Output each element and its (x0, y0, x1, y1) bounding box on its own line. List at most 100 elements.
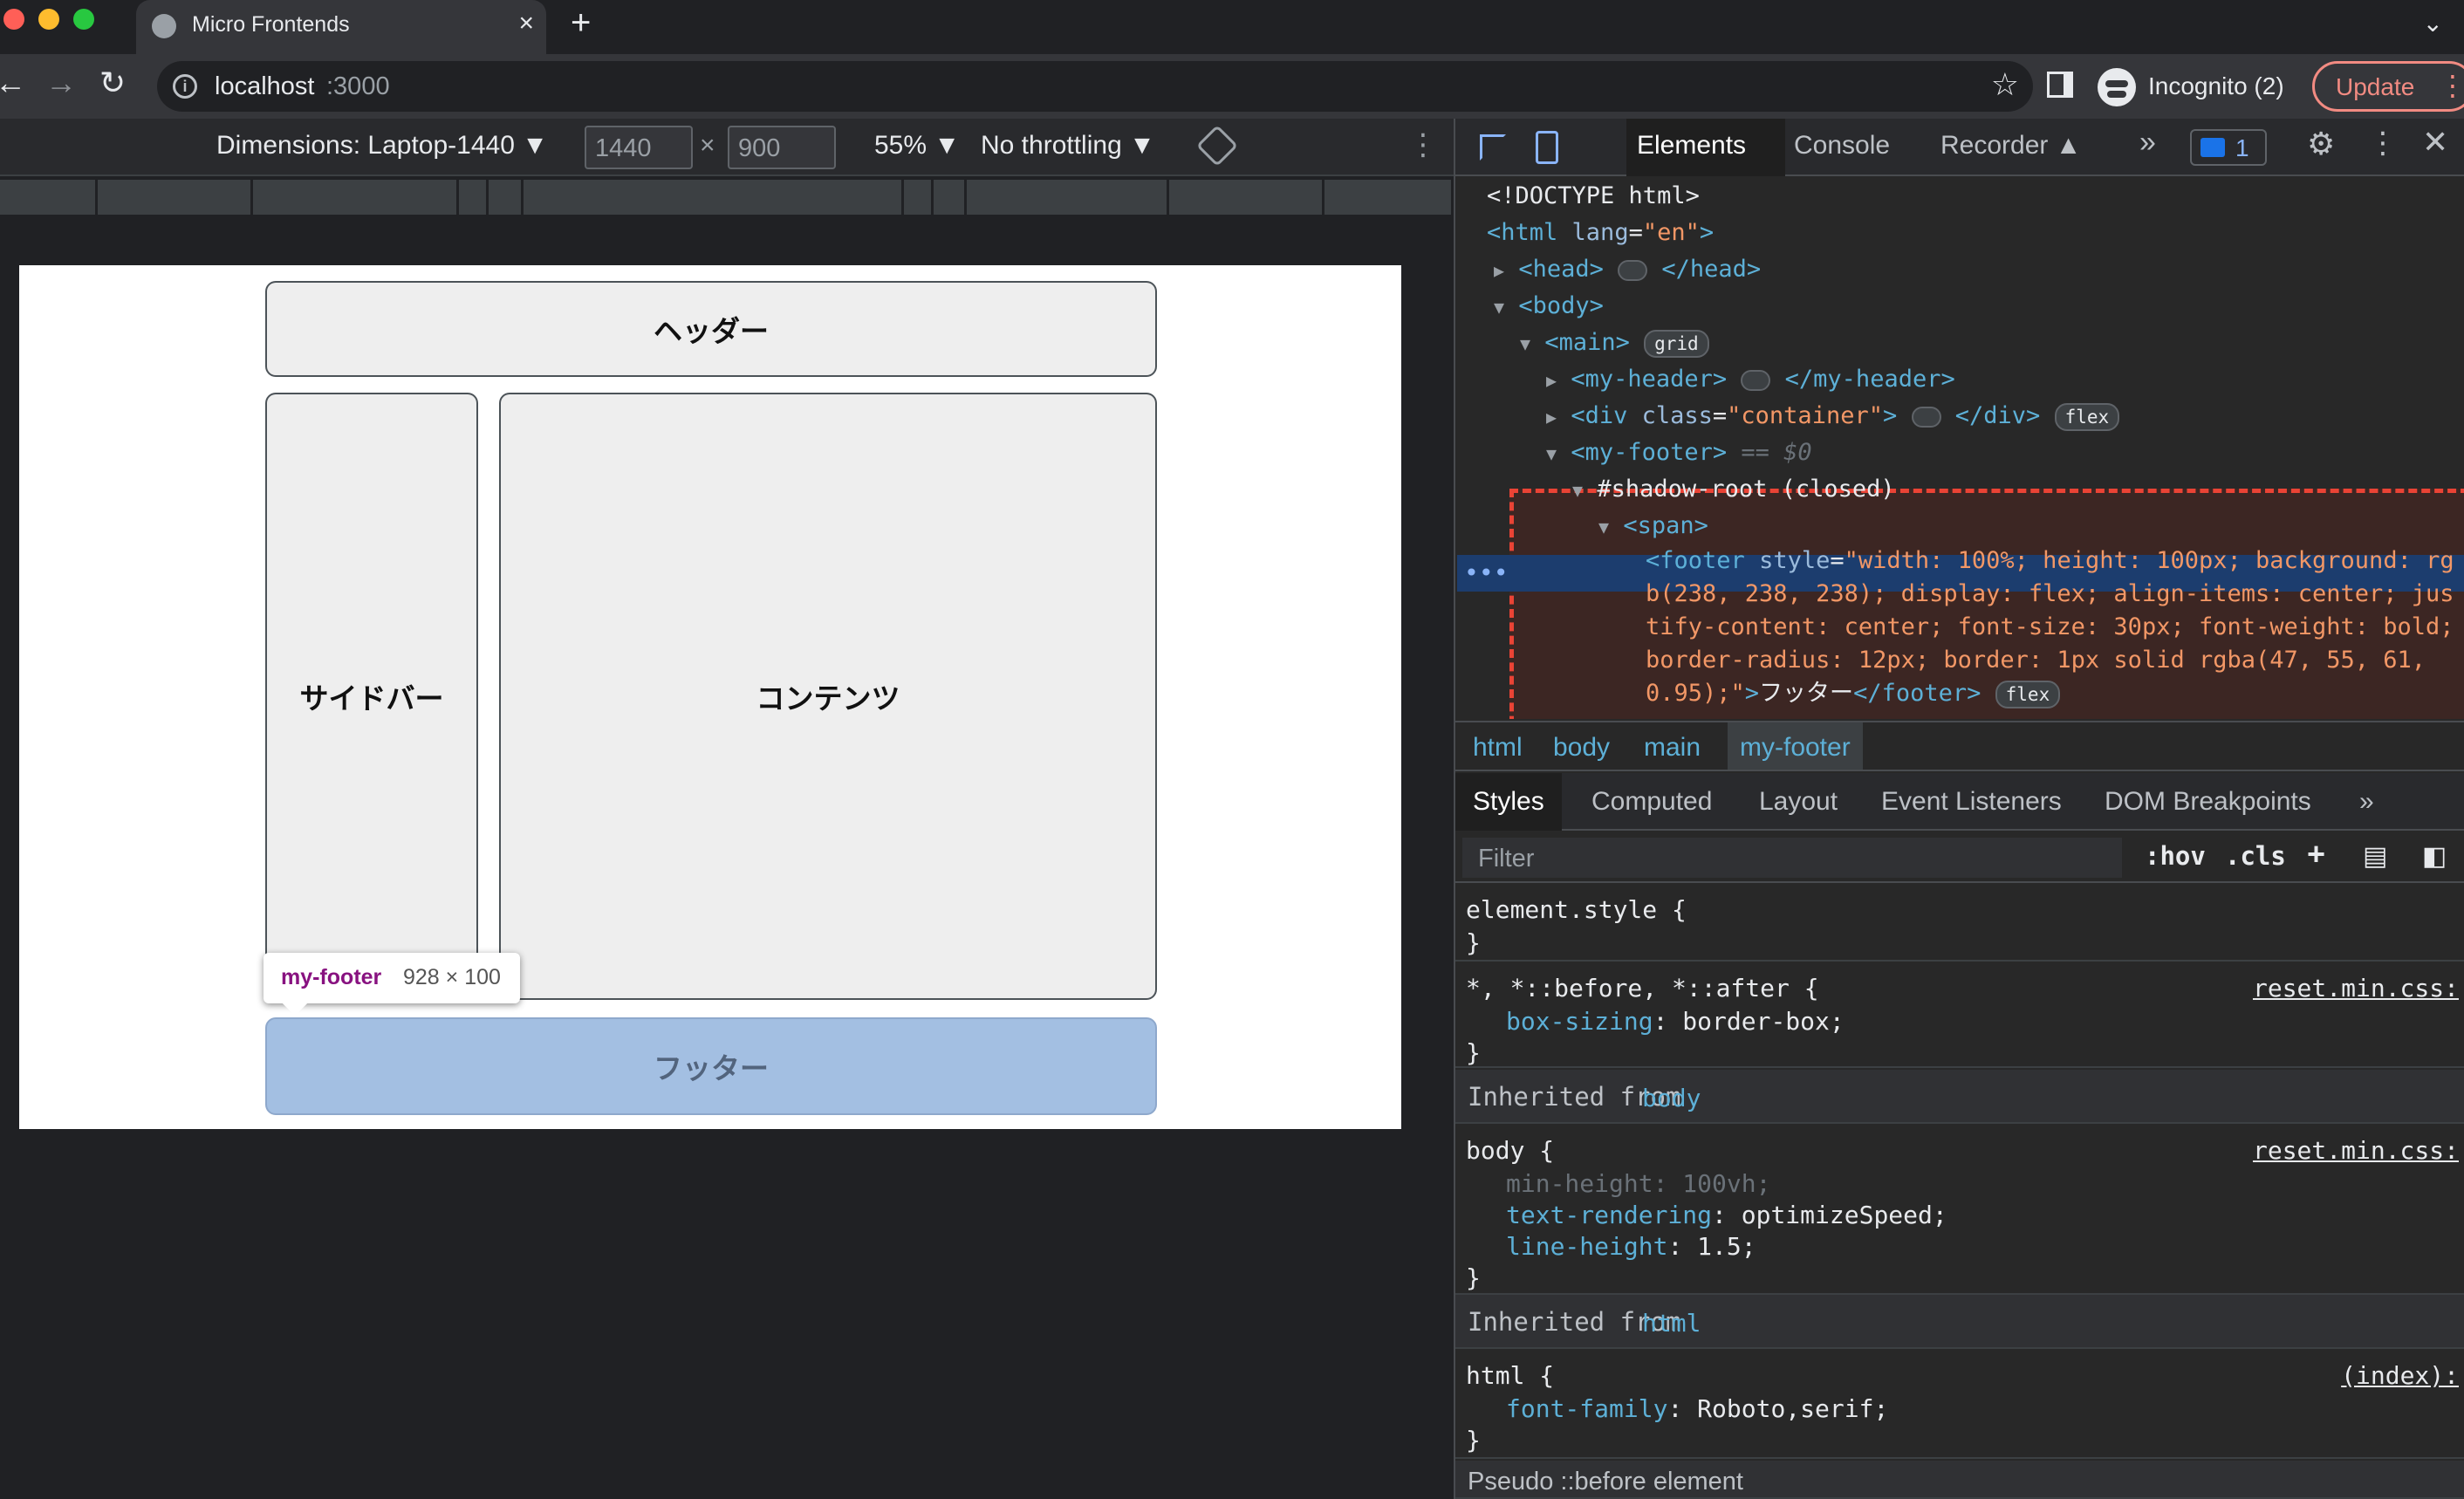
collapsed-ellipsis[interactable] (1741, 369, 1771, 391)
tab-search-button[interactable]: ⌄ (2423, 9, 2443, 38)
throttling-dropdown[interactable]: No throttling ▼ (981, 131, 1155, 161)
media-query-segment[interactable] (1169, 180, 1324, 215)
css-property-inactive[interactable]: min-height: 100vh; (1506, 1169, 1770, 1198)
rule-selector[interactable]: element.style { (1466, 895, 1687, 924)
media-query-segment[interactable] (524, 180, 904, 215)
browser-tab[interactable]: Micro Frontends × (136, 0, 546, 54)
devtools-menu-icon[interactable]: ⋮ (2368, 126, 2398, 161)
new-tab-button[interactable]: + (571, 3, 591, 43)
media-query-segment[interactable] (459, 180, 489, 215)
media-query-segment[interactable] (904, 180, 934, 215)
rule-selector[interactable]: html { (1466, 1361, 1554, 1390)
rotate-icon[interactable] (1195, 124, 1239, 168)
dom-span[interactable]: ▼ <span> (1598, 508, 1708, 544)
collapse-triangle-icon[interactable]: ▼ (1546, 443, 1557, 464)
css-property[interactable]: box-sizing: border-box; (1506, 1007, 1845, 1036)
collapse-triangle-icon[interactable]: ▼ (1598, 517, 1609, 537)
rule-selector[interactable]: *, *::before, *::after { (1466, 974, 1819, 1003)
expand-triangle-icon[interactable]: ▶ (1546, 370, 1557, 391)
rule-source-link[interactable]: (index): (2341, 1361, 2459, 1390)
breadcrumb-html[interactable]: html (1473, 733, 1523, 763)
subtab-styles[interactable]: Styles (1455, 773, 1562, 831)
window-minimize-button[interactable] (38, 9, 59, 30)
more-subtabs-icon[interactable]: » (2359, 787, 2374, 817)
device-more-options-icon[interactable]: ⋮ (1408, 127, 1438, 162)
inherited-tag-link[interactable]: html (1642, 1309, 1701, 1338)
inspect-element-icon[interactable] (1480, 134, 1506, 161)
sidebar-toggle-icon[interactable]: ◧ (2422, 841, 2447, 872)
subtab-layout[interactable]: Layout (1759, 787, 1838, 817)
media-query-segment[interactable] (967, 180, 1169, 215)
dom-main[interactable]: ▼ <main> grid (1520, 325, 1709, 361)
media-query-segment[interactable] (489, 180, 524, 215)
breadcrumb-my-footer[interactable]: my-footer (1728, 722, 1863, 770)
rule-source-link[interactable]: reset.min.css: (2253, 974, 2459, 1003)
subtab-computed[interactable]: Computed (1591, 787, 1712, 817)
dom-footer[interactable]: <footer style="width: 100%; height: 100p… (1646, 544, 2454, 708)
info-icon[interactable]: i (173, 74, 197, 99)
more-tabs-icon[interactable]: » (2139, 126, 2156, 160)
dom-body[interactable]: ▼ <body> (1494, 288, 1604, 325)
new-rule-button[interactable]: + (2307, 836, 2325, 873)
media-query-segment[interactable] (0, 180, 98, 215)
tab-recorder[interactable]: Recorder ▲ (1940, 131, 2081, 161)
collapse-triangle-icon[interactable]: ▼ (1494, 297, 1504, 318)
grid-badge[interactable]: grid (1644, 329, 1709, 358)
dom-my-header[interactable]: ▶ <my-header> </my-header> (1546, 361, 1955, 398)
device-width-input[interactable]: 1440 (585, 126, 693, 169)
css-property[interactable]: text-rendering: optimizeSpeed; (1506, 1201, 1947, 1229)
dom-container-div[interactable]: ▶ <div class="container"> </div> flex (1546, 398, 2120, 435)
bookmark-star-icon[interactable]: ☆ (1991, 66, 2019, 103)
node-actions-icon[interactable]: ••• (1464, 555, 1509, 592)
rule-selector[interactable]: body { (1466, 1136, 1554, 1165)
flex-badge[interactable]: flex (1995, 680, 2061, 708)
tab-elements[interactable]: Elements (1626, 119, 1785, 176)
collapsed-ellipsis[interactable] (1911, 406, 1941, 428)
reload-button[interactable]: ↻ (99, 65, 126, 101)
breadcrumb-main[interactable]: main (1644, 733, 1701, 763)
inherited-tag-link[interactable]: body (1642, 1084, 1701, 1112)
update-button[interactable]: Update ⋮ (2312, 61, 2464, 112)
side-panel-icon[interactable] (2047, 72, 2073, 98)
tab-close-button[interactable]: × (518, 9, 534, 38)
dom-my-footer[interactable]: ▼ <my-footer> == $0 (1546, 435, 1812, 471)
collapse-triangle-icon[interactable]: ▼ (1572, 480, 1583, 501)
flex-badge[interactable]: flex (2054, 402, 2120, 431)
dom-shadow-root[interactable]: ▼ #shadow-root (closed) (1572, 471, 1895, 508)
paint-icon[interactable]: ▤ (2363, 841, 2387, 872)
incognito-button[interactable]: Incognito (2) (2092, 61, 2303, 112)
issues-button[interactable]: 1 (2190, 129, 2267, 166)
hover-state-button[interactable]: :hov (2145, 841, 2206, 871)
collapsed-ellipsis[interactable] (1618, 259, 1648, 281)
settings-gear-icon[interactable]: ⚙ (2307, 126, 2335, 162)
window-close-button[interactable] (3, 9, 24, 30)
forward-button[interactable]: → (45, 65, 77, 101)
media-query-segment[interactable] (253, 180, 459, 215)
styles-filter-input[interactable]: Filter (1462, 838, 2122, 878)
expand-triangle-icon[interactable]: ▶ (1546, 407, 1557, 428)
media-query-segment[interactable] (1324, 180, 1454, 215)
media-query-segment[interactable] (98, 180, 253, 215)
dimensions-dropdown[interactable]: Dimensions: Laptop-1440 ▼ (216, 131, 548, 161)
dom-doctype[interactable]: <!DOCTYPE html> (1487, 178, 1700, 215)
media-query-segment[interactable] (934, 180, 967, 215)
dom-html[interactable]: <html lang="en"> (1487, 215, 1714, 251)
device-height-input[interactable]: 900 (728, 126, 836, 169)
css-property[interactable]: line-height: 1.5; (1506, 1232, 1756, 1261)
class-toggle-button[interactable]: .cls (2225, 841, 2286, 871)
address-bar[interactable]: i localhost :3000 ☆ (157, 61, 2033, 112)
rule-source-link[interactable]: reset.min.css: (2253, 1136, 2459, 1165)
breadcrumb-body[interactable]: body (1553, 733, 1610, 763)
zoom-dropdown[interactable]: 55% ▼ (874, 131, 960, 161)
tab-console[interactable]: Console (1794, 131, 1890, 161)
collapse-triangle-icon[interactable]: ▼ (1520, 333, 1530, 354)
expand-triangle-icon[interactable]: ▶ (1494, 260, 1504, 281)
dom-head[interactable]: ▶ <head> </head> (1494, 251, 1761, 288)
window-zoom-button[interactable] (73, 9, 94, 30)
subtab-dom-breakpoints[interactable]: DOM Breakpoints (2105, 787, 2311, 817)
devtools-close-icon[interactable]: ✕ (2422, 124, 2448, 161)
css-property[interactable]: font-family: Roboto,serif; (1506, 1394, 1888, 1423)
subtab-event-listeners[interactable]: Event Listeners (1881, 787, 2062, 817)
device-toggle-icon[interactable] (1536, 131, 1558, 164)
back-button[interactable]: ← (0, 65, 26, 101)
